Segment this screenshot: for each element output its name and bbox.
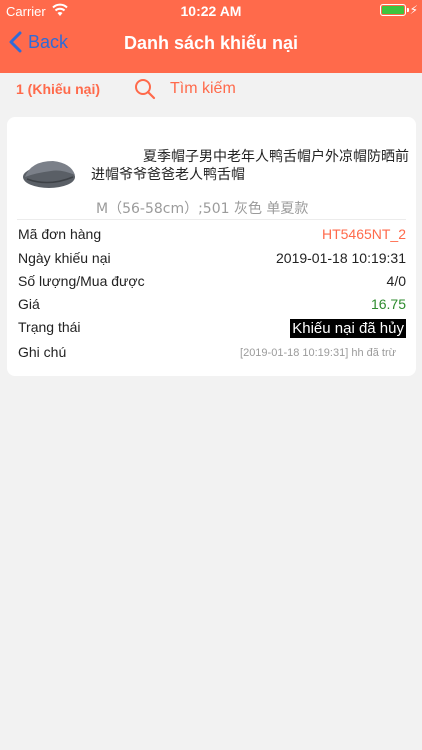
- charging-icon: ⚡: [409, 3, 418, 17]
- header: Carrier 10:22 AM ⚡ Back Danh sách khiếu …: [0, 0, 422, 73]
- navbar: Back Danh sách khiếu nại: [0, 22, 422, 66]
- complaint-count: 1 (Khiếu nại): [16, 81, 101, 97]
- quantity-label: Số lượng/Mua được: [18, 273, 145, 289]
- search-icon[interactable]: [134, 78, 156, 100]
- battery-icon: [380, 4, 409, 16]
- product-image: [23, 161, 75, 188]
- divider: [17, 219, 406, 220]
- product-title: 夏季帽子男中老年人鸭舌帽户外凉帽防晒前进帽爷爷爸爸老人鸭舌帽: [91, 149, 409, 183]
- complaint-card[interactable]: 夏季帽子男中老年人鸭舌帽户外凉帽防晒前进帽爷爷爸爸老人鸭舌帽 M（56-58cm…: [7, 117, 416, 376]
- order-value: HT5465NT_2: [321, 226, 406, 242]
- price-label: Giá: [18, 296, 40, 312]
- price-value: 16.75: [370, 296, 406, 312]
- search-bar: 1 (Khiếu nại): [0, 73, 422, 105]
- search-input[interactable]: [170, 77, 370, 101]
- status-row: Trạng thái Khiếu nại đã hủy: [18, 319, 406, 339]
- clock: 10:22 AM: [180, 3, 242, 19]
- quantity-row: Số lượng/Mua được 4/0: [18, 273, 406, 293]
- note-value: [2019-01-18 10:19:31] hh đã trừ: [240, 347, 396, 359]
- note-label: Ghi chú: [18, 344, 67, 360]
- product-variant: M（56-58cm）;501 灰色 单夏款: [96, 201, 309, 217]
- note-row: Ghi chú [2019-01-18 10:19:31] hh đã trừ: [18, 344, 406, 364]
- status-label: Trạng thái: [18, 319, 81, 335]
- status-badge: Khiếu nại đã hủy: [290, 319, 406, 338]
- order-row: Mã đơn hàng HT5465NT_2: [18, 226, 406, 246]
- page-title: Danh sách khiếu nại: [123, 33, 299, 53]
- date-value: 2019-01-18 10:19:31: [276, 250, 406, 266]
- quantity-value: 4/0: [386, 273, 406, 289]
- price-row: Giá 16.75: [18, 296, 406, 316]
- order-label: Mã đơn hàng: [18, 226, 102, 242]
- date-label: Ngày khiếu nại: [18, 250, 111, 266]
- status-bar: Carrier 10:22 AM ⚡: [0, 0, 422, 22]
- date-row: Ngày khiếu nại 2019-01-18 10:19:31: [18, 250, 406, 270]
